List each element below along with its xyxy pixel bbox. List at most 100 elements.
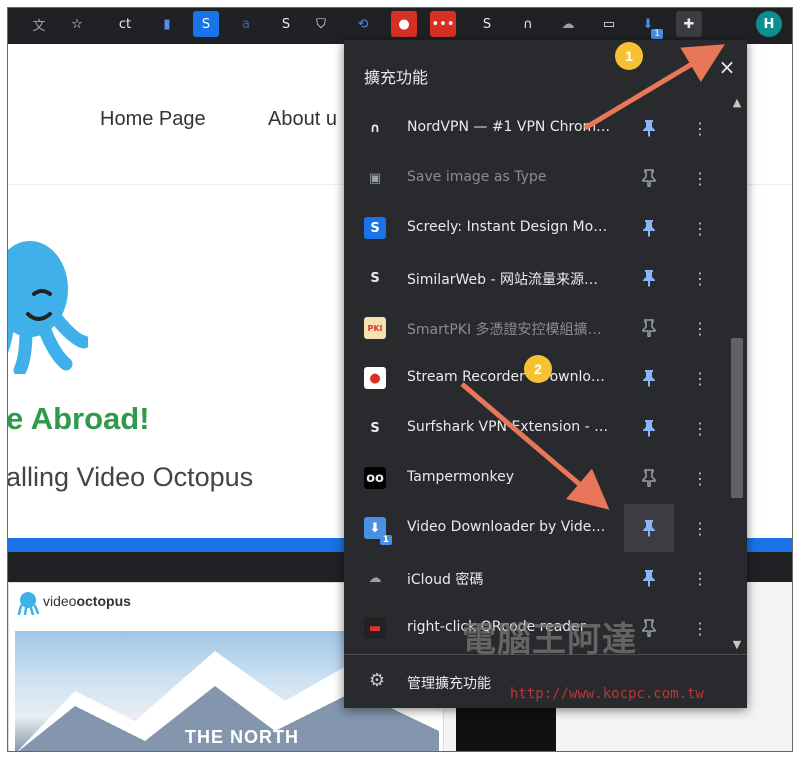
extension-icon: ☁ (368, 570, 382, 586)
extension-name: Save image as Type (407, 169, 547, 185)
shield-icon[interactable]: ⛉ (308, 11, 334, 37)
screely-icon[interactable]: S (193, 11, 219, 37)
profile-avatar[interactable]: H (756, 11, 782, 37)
pin-icon (643, 270, 655, 287)
manage-extensions-label: 管理擴充功能 (407, 676, 491, 692)
extension-icon: ▣ (368, 170, 382, 186)
nordvpn-icon[interactable]: ∩ (515, 11, 541, 37)
extension-icon: ∩ (369, 120, 381, 136)
similarweb-icon[interactable]: S (273, 11, 299, 37)
extension-row[interactable]: ▣ Save image as Type ⋮ (344, 154, 729, 202)
pin-button[interactable] (624, 454, 674, 502)
extension-row[interactable]: ☁ iCloud 密碼 ⋮ (344, 554, 729, 602)
more-options-icon[interactable]: ⋮ (688, 304, 712, 352)
extension-icon: oo (364, 467, 386, 489)
pin-icon (642, 169, 656, 187)
ct-icon[interactable]: ct (112, 11, 138, 37)
pin-icon (642, 319, 656, 337)
extension-row[interactable]: S Surfshark VPN Extension - Secure ⋮ (344, 404, 729, 452)
extension-row[interactable]: oo Tampermonkey ⋮ (344, 454, 729, 502)
scroll-down-icon[interactable]: ▼ (731, 638, 743, 652)
nav-home-link[interactable]: Home Page (100, 108, 206, 131)
extension-name: Video Downloader by VideoOctopus (407, 519, 612, 535)
star-icon[interactable]: ☆ (64, 11, 90, 37)
extension-name: SimilarWeb - 网站流量来源及排名 (407, 272, 612, 288)
site-watermark: 電腦王阿達 (462, 620, 637, 660)
pin-icon (643, 370, 655, 387)
pin-icon (642, 619, 656, 637)
extension-name: SmartPKI 多憑證安控模組擴充程式 (407, 322, 612, 338)
pin-icon (643, 120, 655, 137)
browser-toolbar: 文 ☆ ct ▮ Sa S ⛉ ⟲ ● ••• S ∩ ☁ ▭ ⬇ 1 ✚ H (8, 8, 792, 44)
extension-icon: S (364, 217, 386, 239)
record-icon[interactable]: ● (391, 11, 417, 37)
step-1-badge: 1 (615, 42, 643, 70)
more-options-icon[interactable]: ⋮ (688, 254, 712, 302)
more-options-icon[interactable]: ⋮ (688, 204, 712, 252)
pin-button[interactable] (624, 554, 674, 602)
pin-icon (643, 220, 655, 237)
pin-icon (643, 520, 655, 537)
brand-watermark-text: THE NORTH (185, 727, 299, 747)
octopus-mascot-icon (8, 241, 88, 374)
pin-button[interactable] (624, 504, 674, 552)
chat-icon[interactable]: ▭ (596, 11, 622, 37)
more-options-icon[interactable]: ⋮ (688, 104, 712, 152)
extension-name: Tampermonkey (407, 469, 515, 485)
hero-headline: e Abroad! (8, 401, 150, 436)
pin-button[interactable] (624, 404, 674, 452)
pin-button[interactable] (624, 354, 674, 402)
more-options-icon[interactable]: ⋮ (688, 504, 712, 552)
pin-icon (643, 420, 655, 437)
cloud-icon[interactable]: ☁ (555, 11, 581, 37)
gear-icon: ⚙ (368, 670, 386, 691)
translate-icon[interactable]: 文 (26, 11, 52, 37)
extension-row[interactable]: ⬇1 Video Downloader by VideoOctopus ⋮ (344, 504, 729, 552)
extension-icon: ● (364, 367, 386, 389)
extension-name: iCloud 密碼 (407, 572, 484, 588)
videooctopus-logo-text: videooctopus (43, 593, 131, 609)
nav-about-link[interactable]: About u (268, 108, 337, 131)
pin-button[interactable] (624, 104, 674, 152)
extension-icon: ⬇ 1 (364, 517, 392, 545)
more-options-icon[interactable]: ⋮ (688, 154, 712, 202)
extension-name: NordVPN — #1 VPN Chrome extension (407, 119, 612, 135)
pin-button[interactable] (624, 254, 674, 302)
scroll-up-icon[interactable]: ▲ (731, 96, 743, 110)
extension-row[interactable]: PKI SmartPKI 多憑證安控模組擴充程式 ⋮ (344, 304, 729, 352)
scrollbar-thumb[interactable] (731, 338, 743, 498)
more-options-icon[interactable]: ⋮ (688, 454, 712, 502)
extension-name: Stream Recorder - Download HLS (407, 369, 612, 385)
more-options-icon[interactable]: ⋮ (688, 404, 712, 452)
screenshot-frame: 文 ☆ ct ▮ Sa S ⛉ ⟲ ● ••• S ∩ ☁ ▭ ⬇ 1 ✚ H Home Page About u… (7, 7, 793, 752)
more-options-icon[interactable]: ⋮ (688, 354, 712, 402)
extension-icon: PKI (364, 317, 386, 339)
surfshark-icon[interactable]: S (474, 11, 500, 37)
pin-button[interactable] (624, 204, 674, 252)
videooctopus-logo-icon (17, 592, 39, 615)
dots-icon[interactable]: ••• (430, 11, 456, 37)
badge-count: 1 (651, 29, 663, 39)
popup-scrollbar[interactable]: ▲ ▼ (729, 94, 745, 654)
amazon-icon[interactable]: a (233, 11, 259, 37)
pin-icon (642, 469, 656, 487)
extension-row[interactable]: S SimilarWeb - 网站流量来源及排名 ⋮ (344, 254, 729, 302)
extension-name: Screely: Instant Design Mockups (407, 219, 612, 235)
extension-icon: S (370, 270, 380, 286)
badge-count: 1 (379, 535, 392, 545)
bookmark-icon[interactable]: ▮ (154, 11, 180, 37)
video-downloader-icon[interactable]: ⬇ 1 (635, 11, 663, 39)
more-options-icon[interactable]: ⋮ (688, 554, 712, 602)
extension-row[interactable]: S Screely: Instant Design Mockups ⋮ (344, 204, 729, 252)
extension-row[interactable]: ∩ NordVPN — #1 VPN Chrome extension ⋮ (344, 104, 729, 152)
step-2-badge: 2 (524, 355, 552, 383)
site-watermark-url: http://www.kocpc.com.tw (510, 686, 704, 702)
more-options-icon[interactable]: ⋮ (688, 604, 712, 644)
repeat-icon[interactable]: ⟲ (350, 11, 376, 37)
extensions-icon[interactable]: ✚ (676, 11, 702, 37)
pin-button[interactable] (624, 304, 674, 352)
extension-icon: ▬ (364, 617, 386, 639)
close-icon[interactable]: × (714, 54, 740, 80)
pin-icon (643, 570, 655, 587)
pin-button[interactable] (624, 154, 674, 202)
